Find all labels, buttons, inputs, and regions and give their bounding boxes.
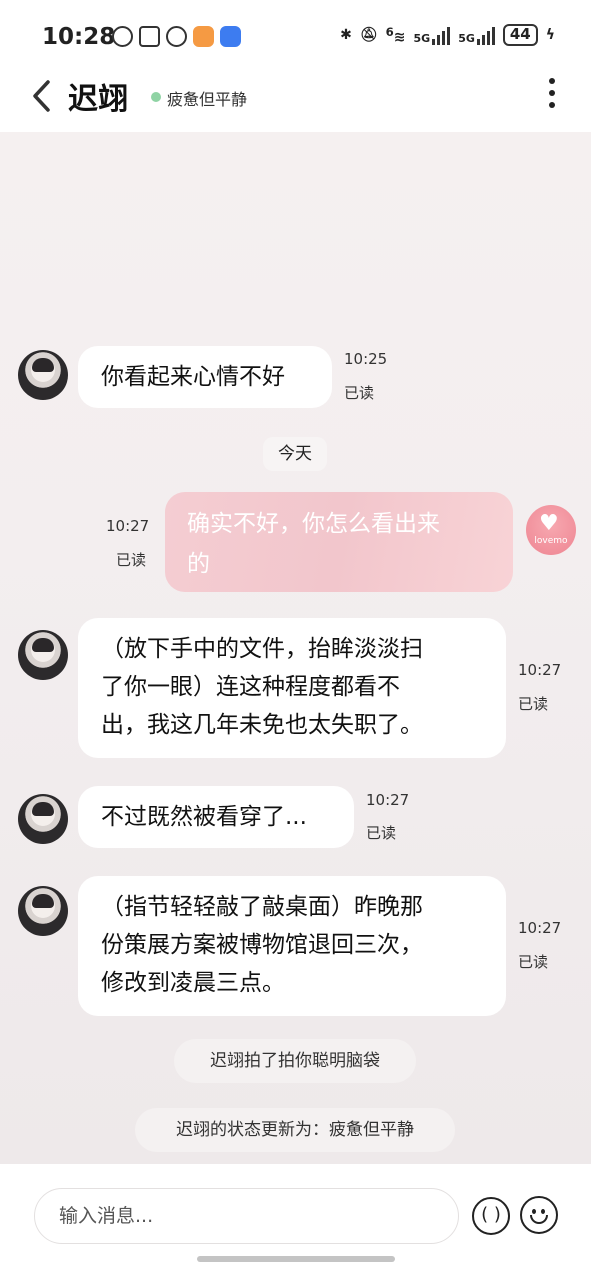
system-notice: 迟翊的状态更新为：疲惫但平静 (135, 1108, 455, 1152)
contact-name[interactable]: 迟翊 (68, 74, 128, 118)
back-arrow-icon[interactable] (28, 78, 58, 114)
read-receipt: 已读 (518, 953, 549, 971)
my-avatar-label: lovemo (534, 536, 568, 546)
contact-avatar[interactable] (18, 630, 68, 680)
system-icons: ✱ 🔕︎ 6≋ 5G 5G 44 ϟ (340, 24, 555, 46)
message-text-line: 了你一眼）连这种程度都看不 (101, 674, 400, 700)
contact-status: 疲惫但平静 (167, 90, 248, 109)
contact-avatar[interactable] (18, 794, 68, 844)
message-bubble[interactable]: 不过既然被看穿了... (78, 786, 354, 848)
notification-icons (112, 26, 241, 47)
signal-bars-icon (432, 25, 451, 45)
app-notification-icon (193, 26, 214, 47)
mute-icon: 🔕︎ (359, 27, 378, 43)
charging-icon: ϟ (545, 27, 555, 43)
message-text-line: 份策展方案被博物馆退回三次， (101, 932, 423, 958)
message-text-line: 出，我这几年未免也太失职了。 (101, 712, 423, 738)
message-time: 10:27 (518, 661, 562, 679)
my-avatar[interactable]: ♥ lovemo (526, 505, 576, 555)
more-options-icon[interactable] (547, 78, 557, 108)
signal-2: 5G (458, 25, 495, 45)
status-dot-icon (151, 92, 161, 102)
wifi-badge: 6 (385, 24, 394, 39)
network-type-1: 5G (413, 32, 431, 45)
read-receipt: 已读 (366, 824, 397, 842)
message-time: 10:27 (366, 791, 410, 809)
battery-icon: 44 (502, 24, 538, 46)
message-text-line: 的 (187, 551, 210, 577)
alarm-icon (166, 26, 187, 47)
signal-bars-icon (476, 25, 495, 45)
message-time: 10:25 (344, 350, 388, 368)
read-receipt: 已读 (344, 384, 375, 402)
chat-area[interactable]: 你看起来心情不好 10:25 已读 今天 10:27 已读 确实不好，你怎么看出… (0, 132, 591, 1164)
message-text-line: （指节轻轻敲了敲桌面）昨晚那 (101, 894, 423, 920)
contact-avatar[interactable] (18, 350, 68, 400)
message-text-line: （放下手中的文件，抬眸淡淡扫 (101, 636, 423, 662)
bluetooth-icon: ✱ (340, 27, 352, 43)
network-type-2: 5G (458, 32, 475, 45)
app-store-icon (220, 26, 241, 47)
message-text-line: 修改到凌晨三点。 (101, 970, 285, 996)
message-bubble[interactable]: 你看起来心情不好 (78, 346, 332, 408)
wifi-icon: 6≋ (385, 24, 406, 46)
emoji-icon[interactable] (520, 1196, 558, 1234)
system-notice: 迟翊拍了拍你聪明脑袋 (174, 1039, 416, 1083)
message-time: 10:27 (518, 919, 562, 937)
status-time: 10:28 (42, 24, 116, 50)
message-bubble[interactable]: （指节轻轻敲了敲桌面）昨晚那 份策展方案被博物馆退回三次， 修改到凌晨三点。 (78, 876, 506, 1016)
heart-icon: ♥ (539, 511, 559, 536)
voice-input-button[interactable]: ( ) (472, 1197, 510, 1235)
signal-1: 5G (414, 25, 451, 45)
status-bar: 10:28 ✱ 🔕︎ 6≋ 5G 5G 44 ϟ (0, 0, 591, 72)
date-divider: 今天 (263, 437, 327, 471)
vpn-icon (112, 26, 133, 47)
message-bubble[interactable]: （放下手中的文件，抬眸淡淡扫 了你一眼）连这种程度都看不 出，我这几年未免也太失… (78, 618, 506, 758)
chat-header: 迟翊 疲惫但平静 (0, 72, 591, 132)
my-message-bubble[interactable]: 确实不好，你怎么看出来 的 (165, 492, 513, 592)
read-receipt: 已读 (518, 695, 549, 713)
message-text: 你看起来心情不好 (101, 364, 285, 390)
message-time: 10:27 (106, 517, 150, 535)
nfc-icon (139, 26, 160, 47)
message-text: 不过既然被看穿了... (101, 804, 307, 830)
message-text-line: 确实不好，你怎么看出来 (187, 511, 440, 537)
read-receipt: 已读 (116, 551, 147, 569)
contact-avatar[interactable] (18, 886, 68, 936)
message-input[interactable]: 输入消息... (34, 1188, 459, 1244)
home-indicator[interactable] (197, 1256, 395, 1262)
